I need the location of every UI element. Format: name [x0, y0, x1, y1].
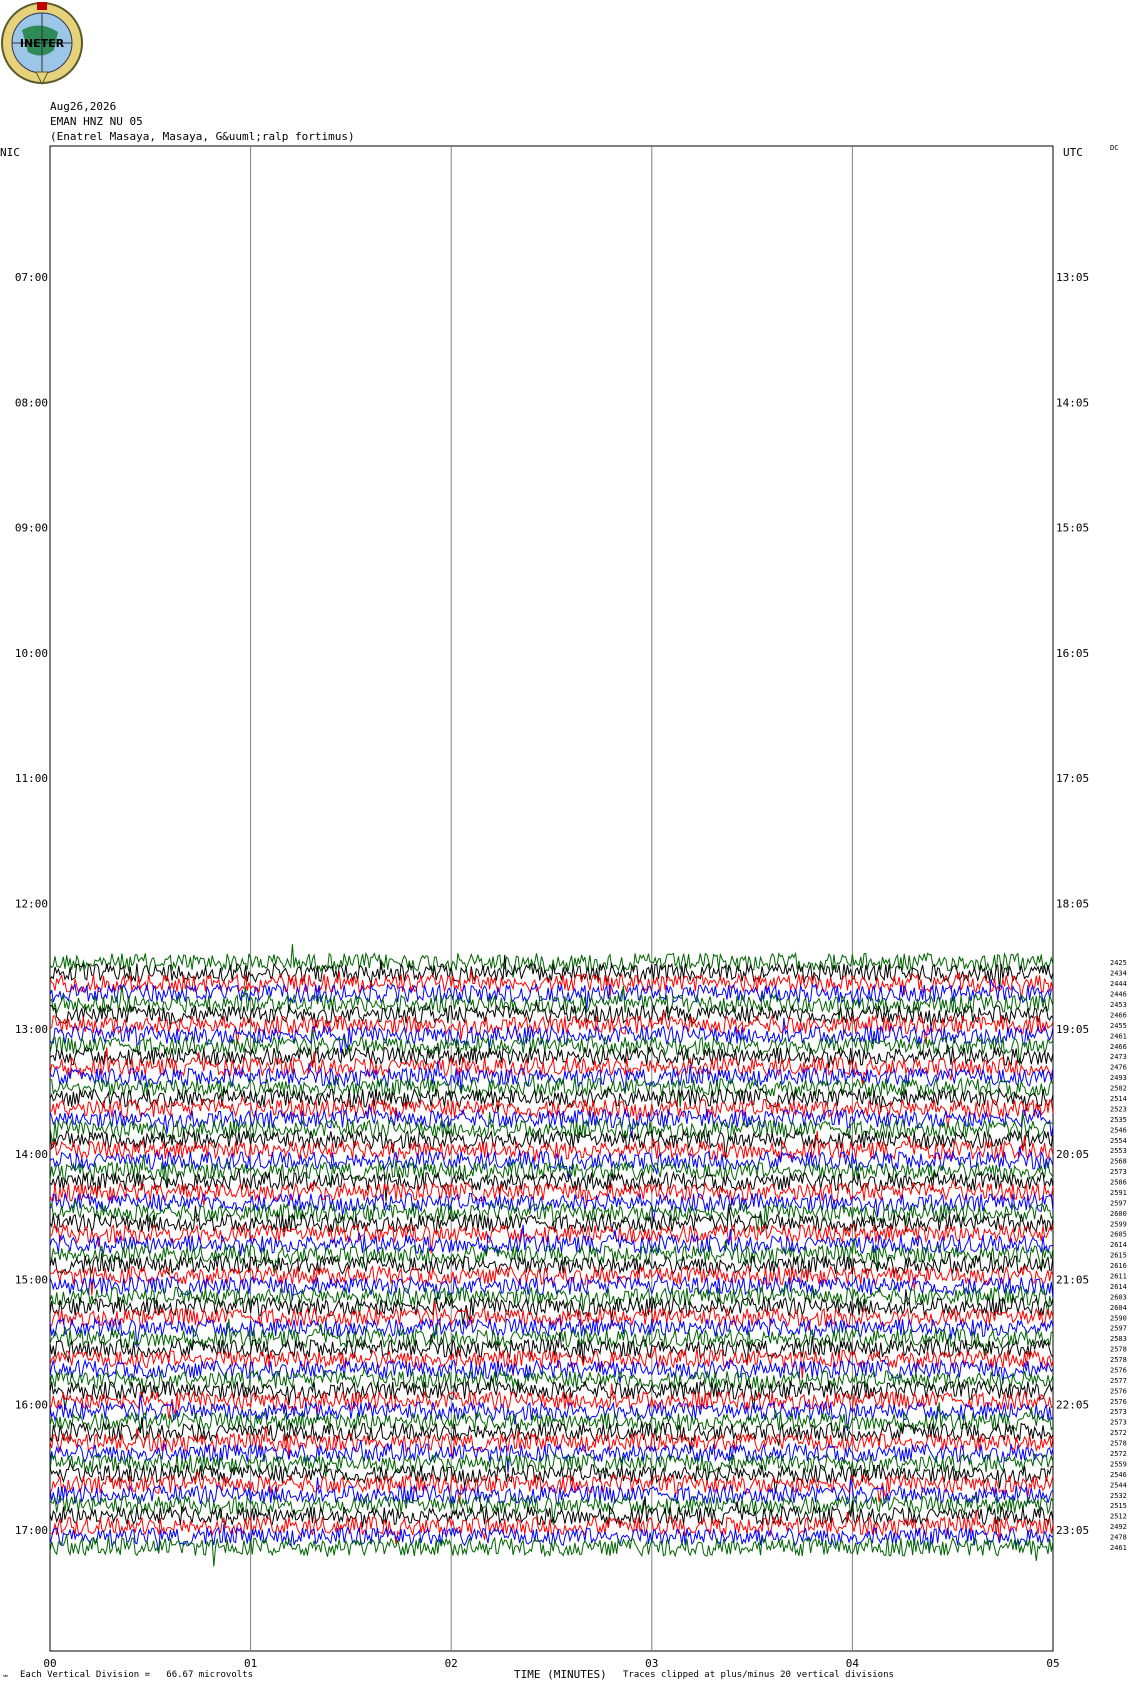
y-right-tick-label: 17:05 [1056, 772, 1089, 785]
y-left-tick-label: 12:00 [15, 898, 48, 911]
clip-note: Traces clipped at plus/minus 20 vertical… [623, 1670, 894, 1680]
trace-value-label: 2455 [1110, 1022, 1127, 1030]
trace-value-label: 2453 [1110, 1001, 1127, 1009]
trace-value-label: 2425 [1110, 959, 1127, 967]
trace-value-label: 2597 [1110, 1199, 1127, 1207]
trace-value-label: 2573 [1110, 1408, 1127, 1416]
helicorder-chart: 00 01 02 03 04 05 07:00 08:00 09:00 10:00 11:00 12:… [15, 145, 1127, 1670]
y-left-tick-label: 13:00 [15, 1023, 48, 1036]
x-tick-label: 05 [1046, 1657, 1059, 1670]
trace-value-label: 2576 [1110, 1387, 1127, 1395]
trace-value-label: 2577 [1110, 1377, 1127, 1385]
trace-value-label: 2514 [1110, 1095, 1127, 1103]
trace-value-label: 2578 [1110, 1440, 1127, 1448]
y-left-tick-label: 11:00 [15, 772, 48, 785]
trace-value-label: 2502 [1110, 1085, 1127, 1093]
x-tick-label: 03 [645, 1657, 658, 1670]
trace-value-label: 2493 [1110, 1074, 1127, 1082]
y-right-tick-label: 20:05 [1056, 1148, 1089, 1161]
y-right-tick-label: 14:05 [1056, 396, 1089, 409]
x-tick-label: 01 [244, 1657, 257, 1670]
trace-row [49, 1524, 1054, 1554]
y-left-tick-label: 10:00 [15, 647, 48, 660]
y-right-tick-label: 16:05 [1056, 647, 1089, 660]
y-left-tick-label: 14:00 [15, 1148, 48, 1161]
trace-row [49, 1273, 1054, 1301]
trace-row [49, 1534, 1054, 1567]
trace-value-label: 2554 [1110, 1137, 1127, 1145]
trace-value-label: 2616 [1110, 1262, 1127, 1270]
y-right-tick-label: 19:05 [1056, 1023, 1089, 1036]
trace-row [49, 1128, 1054, 1160]
x-axis-title: TIME (MINUTES) [514, 1668, 607, 1681]
y-left-tick-label: 16:00 [15, 1399, 48, 1412]
x-tick-label: 04 [846, 1657, 860, 1670]
trace-value-label: 2591 [1110, 1189, 1127, 1197]
y-left-tick-label: 15:00 [15, 1273, 48, 1286]
trace-value-label: 2576 [1110, 1366, 1127, 1374]
y-right-tick-label: 15:05 [1056, 522, 1089, 535]
trace-value-label: 2461 [1110, 1032, 1127, 1040]
trace-row [49, 954, 1054, 992]
y-left-tick-label: 08:00 [15, 396, 48, 409]
x-tick-label: 00 [43, 1657, 56, 1670]
trace-value-label: 2605 [1110, 1231, 1127, 1239]
trace-value-label: 2615 [1110, 1252, 1127, 1260]
trace-value-label: 2444 [1110, 980, 1127, 988]
trace-value-label: 2434 [1110, 970, 1127, 978]
trace-value-label: 2578 [1110, 1356, 1127, 1364]
trace-value-label: 2583 [1110, 1335, 1127, 1343]
trace-value-label: 2461 [1110, 1544, 1127, 1552]
trace-value-label: 2600 [1110, 1210, 1127, 1218]
traces [49, 944, 1054, 1567]
trace-row [49, 1383, 1054, 1419]
y-left-tick-label: 17:00 [15, 1524, 48, 1537]
trace-value-label: 2590 [1110, 1314, 1127, 1322]
trace-value-label: 2523 [1110, 1105, 1127, 1113]
trace-value-label: 2478 [1110, 1534, 1127, 1542]
corner-mark: ℠ [2, 1674, 10, 1682]
trace-value-label: 2532 [1110, 1492, 1127, 1500]
trace-value-label: 2572 [1110, 1429, 1127, 1437]
trace-value-label: 2572 [1110, 1450, 1127, 1458]
trace-value-label: 2492 [1110, 1523, 1127, 1531]
x-tick-label: 02 [445, 1657, 458, 1670]
y-right-tick-label: 23:05 [1056, 1524, 1089, 1537]
y-right-tick-label: 21:05 [1056, 1273, 1089, 1286]
trace-value-label: 2614 [1110, 1283, 1127, 1291]
y-left-tick-label: 07:00 [15, 271, 48, 284]
trace-value-label: 2515 [1110, 1502, 1127, 1510]
trace-value-label: 2576 [1110, 1398, 1127, 1406]
trace-value-label: 2466 [1110, 1043, 1127, 1051]
trace-value-label: 2586 [1110, 1179, 1127, 1187]
trace-value-label: 2512 [1110, 1513, 1127, 1521]
trace-value-label: 2446 [1110, 991, 1127, 999]
trace-value-label: 2603 [1110, 1293, 1127, 1301]
trace-value-label: 2546 [1110, 1126, 1127, 1134]
trace-value-label: 2535 [1110, 1116, 1127, 1124]
trace-value-label: 2473 [1110, 1053, 1127, 1061]
y-right-tick-label: 13:05 [1056, 271, 1089, 284]
trace-value-label: 2559 [1110, 1460, 1127, 1468]
trace-value-label: 2611 [1110, 1272, 1127, 1280]
trace-value-label: 2476 [1110, 1064, 1127, 1072]
vertical-scale-note: Each Vertical Division = 66.67 microvolt… [20, 1670, 253, 1680]
trace-value-label: 2573 [1110, 1419, 1127, 1427]
y-left-tick-label: 09:00 [15, 522, 48, 535]
trace-value-label: 2604 [1110, 1304, 1127, 1312]
trace-value-label: 2573 [1110, 1168, 1127, 1176]
trace-value-label: 2597 [1110, 1325, 1127, 1333]
trace-value-label: 2466 [1110, 1011, 1127, 1019]
trace-row [49, 1509, 1054, 1545]
trace-value-label: 2599 [1110, 1220, 1127, 1228]
trace-value-label: 2544 [1110, 1481, 1127, 1489]
trace-value-label: 2546 [1110, 1471, 1127, 1479]
trace-value-label: 2568 [1110, 1158, 1127, 1166]
y-right-tick-label: 22:05 [1056, 1399, 1089, 1412]
trace-value-label: 2614 [1110, 1241, 1127, 1249]
trace-value-label: 2578 [1110, 1346, 1127, 1354]
y-right-tick-label: 18:05 [1056, 898, 1089, 911]
trace-value-label: 2553 [1110, 1147, 1127, 1155]
